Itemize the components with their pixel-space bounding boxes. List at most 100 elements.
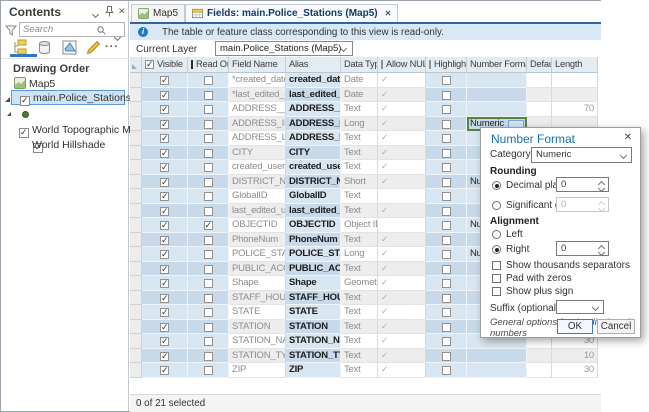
- allow-null-cell[interactable]: ✓: [378, 73, 426, 88]
- allow-null-cell[interactable]: ✓: [378, 102, 426, 117]
- allow-null-cell[interactable]: ✓: [378, 276, 426, 291]
- data-type-cell[interactable]: Text: [341, 189, 378, 204]
- read-only-cell[interactable]: [188, 189, 229, 204]
- tree-item-topographic[interactable]: World Topographic Map: [32, 124, 143, 136]
- allow-null-cell[interactable]: [378, 218, 426, 233]
- allow-null-cell[interactable]: [378, 189, 426, 204]
- align-right-radio[interactable]: [492, 245, 501, 254]
- row-selector[interactable]: [130, 160, 142, 175]
- row-selector[interactable]: [130, 204, 142, 219]
- alias-cell[interactable]: STATION: [286, 320, 341, 335]
- data-type-cell[interactable]: Short: [341, 175, 378, 190]
- data-type-cell[interactable]: Text: [341, 291, 378, 306]
- panel-menu-chevron-icon[interactable]: [93, 10, 98, 19]
- data-type-cell[interactable]: Text: [341, 160, 378, 175]
- list-by-selection-icon[interactable]: [61, 39, 78, 56]
- highlight-cell[interactable]: [426, 349, 467, 364]
- cancel-button[interactable]: Cancel: [597, 319, 635, 334]
- read-only-cell[interactable]: [188, 218, 229, 233]
- highlight-cell[interactable]: [426, 88, 467, 103]
- decimal-places-radio[interactable]: [492, 181, 501, 190]
- dialog-close-icon[interactable]: ✕: [624, 132, 632, 143]
- highlight-cell[interactable]: [426, 204, 467, 219]
- row-selector[interactable]: [130, 117, 142, 132]
- alias-cell[interactable]: DISTRICT_N: [286, 175, 341, 190]
- allow-null-cell[interactable]: ✓: [378, 160, 426, 175]
- spinner-down-icon[interactable]: [598, 249, 605, 256]
- data-type-cell[interactable]: Text: [341, 305, 378, 320]
- read-only-cell[interactable]: [188, 204, 229, 219]
- data-type-cell[interactable]: Text: [341, 204, 378, 219]
- more-options-icon[interactable]: ···: [105, 41, 119, 53]
- highlight-cell[interactable]: [426, 247, 467, 262]
- highlight-cell[interactable]: [426, 305, 467, 320]
- highlight-cell[interactable]: [426, 146, 467, 161]
- alias-cell[interactable]: GlobalID: [286, 189, 341, 204]
- decimal-places-spinner[interactable]: 0: [556, 177, 609, 192]
- header-length[interactable]: Length: [552, 57, 598, 73]
- row-selector[interactable]: [130, 88, 142, 103]
- pad-with-zeros-checkbox[interactable]: [492, 274, 501, 283]
- highlight-cell[interactable]: [426, 276, 467, 291]
- visible-cell[interactable]: [142, 218, 188, 233]
- data-type-cell[interactable]: Long: [341, 247, 378, 262]
- highlight-cell[interactable]: [426, 334, 467, 349]
- alias-cell[interactable]: OBJECTID: [286, 218, 341, 233]
- visible-cell[interactable]: [142, 262, 188, 277]
- data-type-cell[interactable]: Text: [341, 102, 378, 117]
- data-type-cell[interactable]: Text: [341, 349, 378, 364]
- default-cell[interactable]: [527, 73, 552, 88]
- highlight-cell[interactable]: [426, 320, 467, 335]
- read-only-cell[interactable]: [188, 291, 229, 306]
- spinner-down-icon[interactable]: [598, 185, 605, 192]
- alias-cell[interactable]: POLICE_STA: [286, 247, 341, 262]
- row-selector[interactable]: [130, 189, 142, 204]
- data-type-cell[interactable]: Object ID: [341, 218, 378, 233]
- alias-cell[interactable]: PUBLIC_ACC: [286, 262, 341, 277]
- visible-cell[interactable]: [142, 131, 188, 146]
- show-plus-sign-checkbox[interactable]: [492, 287, 501, 296]
- visible-cell[interactable]: [142, 73, 188, 88]
- allow-null-cell[interactable]: ✓: [378, 204, 426, 219]
- suffix-dropdown[interactable]: [556, 300, 604, 314]
- row-selector[interactable]: [130, 291, 142, 306]
- alias-cell[interactable]: created_user: [286, 160, 341, 175]
- read-only-cell[interactable]: [188, 349, 229, 364]
- visible-header-checkbox[interactable]: [145, 60, 154, 69]
- visible-cell[interactable]: [142, 305, 188, 320]
- row-selector[interactable]: [130, 131, 142, 146]
- row-selector[interactable]: [130, 233, 142, 248]
- read-only-cell[interactable]: [188, 233, 229, 248]
- highlight-cell[interactable]: [426, 363, 467, 378]
- number-format-cell[interactable]: [467, 88, 527, 103]
- layer-visibility-checkbox[interactable]: [20, 96, 30, 106]
- topo-layer-checkbox[interactable]: [19, 128, 29, 138]
- highlight-cell[interactable]: [426, 160, 467, 175]
- allow-null-cell[interactable]: ✓: [378, 291, 426, 306]
- header-read-only[interactable]: Read Only: [188, 57, 229, 73]
- row-selector[interactable]: [130, 262, 142, 277]
- highlight-cell[interactable]: [426, 131, 467, 146]
- visible-cell[interactable]: [142, 233, 188, 248]
- visible-cell[interactable]: [142, 349, 188, 364]
- highlight-cell[interactable]: [426, 218, 467, 233]
- data-type-cell[interactable]: Text: [341, 320, 378, 335]
- length-cell[interactable]: 10: [552, 349, 598, 364]
- length-cell[interactable]: [552, 88, 598, 103]
- read-only-cell[interactable]: [188, 247, 229, 262]
- visible-cell[interactable]: [142, 160, 188, 175]
- header-field-name[interactable]: Field Name: [229, 57, 286, 73]
- allow-null-cell[interactable]: ✓: [378, 262, 426, 277]
- number-format-cell[interactable]: [467, 363, 527, 378]
- allow-null-cell[interactable]: ✓: [378, 349, 426, 364]
- data-type-cell[interactable]: Text: [341, 233, 378, 248]
- thousands-separator-checkbox[interactable]: [492, 261, 501, 270]
- data-type-cell[interactable]: Date: [341, 88, 378, 103]
- default-cell[interactable]: [527, 102, 552, 117]
- alias-cell[interactable]: Shape: [286, 276, 341, 291]
- align-left-radio[interactable]: [492, 230, 501, 239]
- search-icon[interactable]: [97, 26, 106, 35]
- visible-cell[interactable]: [142, 146, 188, 161]
- data-type-cell[interactable]: Geometry: [341, 276, 378, 291]
- read-only-cell[interactable]: [188, 73, 229, 88]
